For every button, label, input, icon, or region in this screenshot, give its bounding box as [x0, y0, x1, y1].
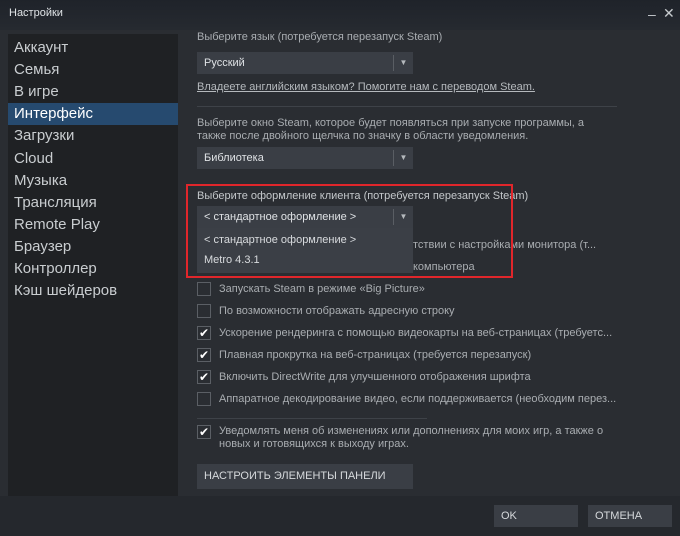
chevron-down-icon: ▼ — [393, 150, 413, 166]
close-icon[interactable]: ✕ — [663, 5, 675, 22]
footer — [0, 496, 680, 536]
checkbox[interactable] — [197, 392, 211, 406]
sidebar-item[interactable]: Музыка — [8, 170, 178, 192]
checkbox-label: По возможности отображать адресную строк… — [219, 305, 455, 317]
translate-link[interactable]: Владеете английским языком? Помогите нам… — [197, 81, 535, 93]
cancel-button[interactable]: ОТМЕНА — [588, 505, 672, 527]
sidebar-item[interactable]: Интерфейс — [8, 103, 178, 126]
language-label: Выберите язык (потребуется перезапуск St… — [197, 31, 443, 43]
ok-button[interactable]: OK — [494, 505, 578, 527]
notify-checkbox[interactable]: ✔ — [197, 425, 211, 439]
sidebar-item[interactable]: Кэш шейдеров — [8, 280, 178, 302]
window-value: Библиотека — [204, 152, 264, 164]
checkbox[interactable]: ✔ — [197, 348, 211, 362]
sidebar-item[interactable]: Cloud — [8, 148, 178, 170]
sidebar-item[interactable]: Remote Play — [8, 214, 178, 236]
title-bar — [0, 0, 680, 30]
window-title: Настройки — [9, 7, 63, 19]
notify-label-2: новых и готовящихся к выходу играх. — [219, 438, 409, 450]
sidebar-item[interactable]: Семья — [8, 59, 178, 81]
sidebar-item[interactable]: Браузер — [8, 236, 178, 258]
language-value: Русский — [204, 57, 245, 69]
checkbox-label: Ускорение рендеринга с помощью видеокарт… — [219, 327, 613, 339]
chevron-down-icon: ▼ — [393, 55, 413, 71]
sidebar-item[interactable]: Трансляция — [8, 192, 178, 214]
highlight-box — [186, 184, 513, 278]
minimize-icon[interactable]: – — [648, 6, 656, 22]
language-dropdown[interactable]: Русский ▼ — [197, 52, 413, 74]
checkbox[interactable] — [197, 282, 211, 296]
sidebar-item[interactable]: В игре — [8, 81, 178, 103]
window-dropdown[interactable]: Библиотека ▼ — [197, 147, 413, 169]
window-label: Выберите окно Steam, которое будет появл… — [197, 117, 585, 129]
sidebar-item[interactable]: Аккаунт — [8, 37, 178, 59]
divider — [197, 106, 617, 107]
checkbox[interactable] — [197, 304, 211, 318]
checkbox-label: Аппаратное декодирование видео, если под… — [219, 393, 617, 405]
checkbox-label: Плавная прокрутка на веб-страницах (треб… — [219, 349, 532, 361]
checkbox[interactable]: ✔ — [197, 370, 211, 384]
taskbar-settings-button[interactable]: НАСТРОИТЬ ЭЛЕМЕНТЫ ПАНЕЛИ ЗАДАЧ — [197, 464, 413, 507]
checkbox-label: Включить DirectWrite для улучшенного ото… — [219, 371, 531, 383]
checkbox-label: Запускать Steam в режиме «Big Picture» — [219, 283, 425, 295]
notify-label: Уведомлять меня об изменениях или дополн… — [219, 425, 604, 437]
checkbox[interactable]: ✔ — [197, 326, 211, 340]
divider — [197, 418, 427, 419]
window-label-2: также после двойного щелчка по значку в … — [197, 130, 529, 142]
sidebar-item[interactable]: Контроллер — [8, 258, 178, 280]
sidebar-item[interactable]: Загрузки — [8, 125, 178, 147]
